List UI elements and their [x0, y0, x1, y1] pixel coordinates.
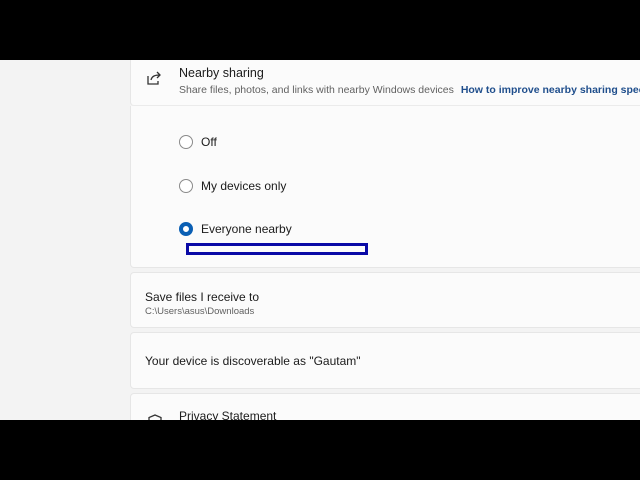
highlight-annotation-box: [186, 243, 368, 255]
radio-off-label: Off: [201, 135, 217, 149]
improve-speed-link[interactable]: How to improve nearby sharing speed: [461, 84, 640, 96]
radio-everyone-button[interactable]: [179, 222, 193, 236]
nearby-sharing-description: Share files, photos, and links with near…: [179, 84, 454, 96]
save-files-title: Save files I receive to: [145, 290, 260, 304]
radio-option-everyone[interactable]: Everyone nearby: [179, 222, 292, 236]
nearby-sharing-title: Nearby sharing: [179, 66, 264, 80]
radio-option-my-devices[interactable]: My devices only: [179, 179, 286, 193]
share-icon: [147, 71, 161, 85]
letterbox-bottom: [0, 420, 640, 480]
nearby-sharing-subtitle: Share files, photos, and links with near…: [179, 84, 640, 96]
save-files-path: C:\Users\asus\Downloads: [145, 306, 255, 317]
privacy-statement-title: Privacy Statement: [179, 409, 277, 420]
privacy-statement-setting[interactable]: Privacy Statement: [130, 393, 640, 420]
radio-option-off[interactable]: Off: [179, 135, 217, 149]
radio-off-button[interactable]: [179, 135, 193, 149]
radio-my-devices-button[interactable]: [179, 179, 193, 193]
nearby-sharing-options: Off My devices only Everyone nearby: [130, 106, 640, 268]
discoverable-setting[interactable]: Your device is discoverable as "Gautam": [130, 332, 640, 389]
discoverable-text: Your device is discoverable as "Gautam": [145, 354, 361, 368]
letterbox-top: [0, 0, 640, 60]
save-files-setting[interactable]: Save files I receive to C:\Users\asus\Do…: [130, 272, 640, 328]
nearby-sharing-header[interactable]: Nearby sharing Share files, photos, and …: [130, 60, 640, 106]
settings-page: Nearby sharing Share files, photos, and …: [0, 60, 640, 420]
radio-everyone-label: Everyone nearby: [201, 222, 292, 236]
radio-my-devices-label: My devices only: [201, 179, 287, 193]
